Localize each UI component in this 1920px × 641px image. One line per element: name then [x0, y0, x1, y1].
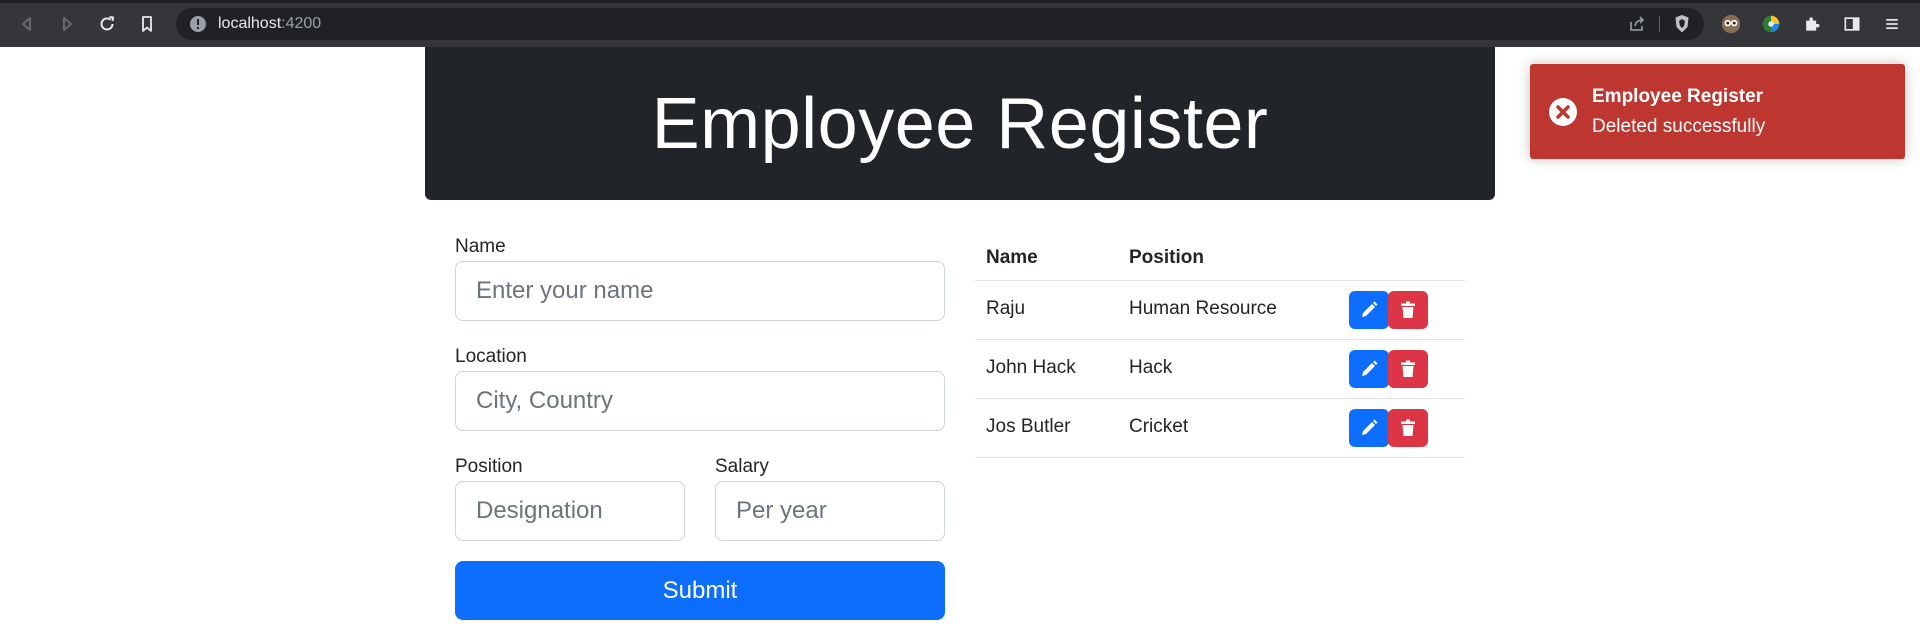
browser-toolbar: localhost:4200	[0, 0, 1920, 47]
employee-table: Name Position Raju Human Resource John H…	[975, 235, 1465, 458]
extension-color-icon[interactable]	[1759, 12, 1783, 36]
url-port: :4200	[281, 15, 322, 32]
site-info-icon[interactable]	[189, 15, 207, 33]
delete-button[interactable]	[1388, 409, 1428, 447]
pencil-icon	[1362, 301, 1378, 317]
employee-name: Jos Butler	[986, 416, 1071, 437]
delete-button[interactable]	[1388, 350, 1428, 388]
back-icon[interactable]	[15, 12, 39, 36]
brave-shields-icon[interactable]	[1672, 14, 1692, 34]
table-header-row: Name Position	[975, 235, 1465, 281]
edit-button[interactable]	[1349, 409, 1389, 447]
table-row: John Hack Hack	[975, 340, 1465, 399]
position-label: Position	[455, 456, 523, 477]
edit-button[interactable]	[1349, 291, 1389, 329]
extensions-puzzle-icon[interactable]	[1800, 12, 1824, 36]
tab-strip	[0, 0, 1920, 3]
toast-message: Deleted successfully	[1592, 116, 1766, 137]
employee-name: John Hack	[986, 357, 1076, 378]
reload-icon[interactable]	[95, 12, 119, 36]
position-input[interactable]	[455, 481, 685, 541]
table-row: Raju Human Resource	[975, 281, 1465, 340]
column-header-position: Position	[1129, 247, 1204, 268]
bookmark-icon[interactable]	[135, 12, 159, 36]
menu-icon[interactable]	[1880, 12, 1904, 36]
sidebar-icon[interactable]	[1840, 12, 1864, 36]
employee-position: Human Resource	[1129, 298, 1277, 319]
toast-title: Employee Register	[1592, 86, 1764, 107]
delete-button[interactable]	[1388, 291, 1428, 329]
url-host: localhost	[218, 15, 282, 32]
location-input[interactable]	[455, 371, 945, 431]
page-title: Employee Register	[651, 83, 1269, 164]
error-circle-icon	[1549, 98, 1577, 126]
trash-icon	[1401, 301, 1415, 318]
submit-button[interactable]: Submit	[455, 561, 945, 620]
page-header: Employee Register	[425, 47, 1495, 200]
location-label: Location	[455, 346, 527, 367]
divider	[1659, 16, 1660, 32]
name-label: Name	[455, 236, 506, 257]
employee-position: Hack	[1129, 357, 1173, 378]
share-icon[interactable]	[1628, 15, 1646, 33]
toast-notification[interactable]: Employee Register Deleted successfully	[1530, 64, 1905, 159]
column-header-name: Name	[986, 247, 1038, 268]
url-text: localhost:4200	[218, 15, 321, 33]
pencil-icon	[1362, 360, 1378, 376]
trash-icon	[1401, 360, 1415, 377]
pencil-icon	[1362, 419, 1378, 435]
trash-icon	[1401, 419, 1415, 436]
name-input[interactable]	[455, 261, 945, 321]
forward-icon[interactable]	[55, 12, 79, 36]
employee-name: Raju	[986, 298, 1026, 319]
extension-owl-icon[interactable]	[1719, 12, 1743, 36]
salary-input[interactable]	[715, 481, 945, 541]
salary-label: Salary	[715, 456, 769, 477]
address-bar[interactable]: localhost:4200	[176, 8, 1704, 40]
employee-position: Cricket	[1129, 416, 1189, 437]
table-row: Jos Butler Cricket	[975, 399, 1465, 458]
edit-button[interactable]	[1349, 350, 1389, 388]
